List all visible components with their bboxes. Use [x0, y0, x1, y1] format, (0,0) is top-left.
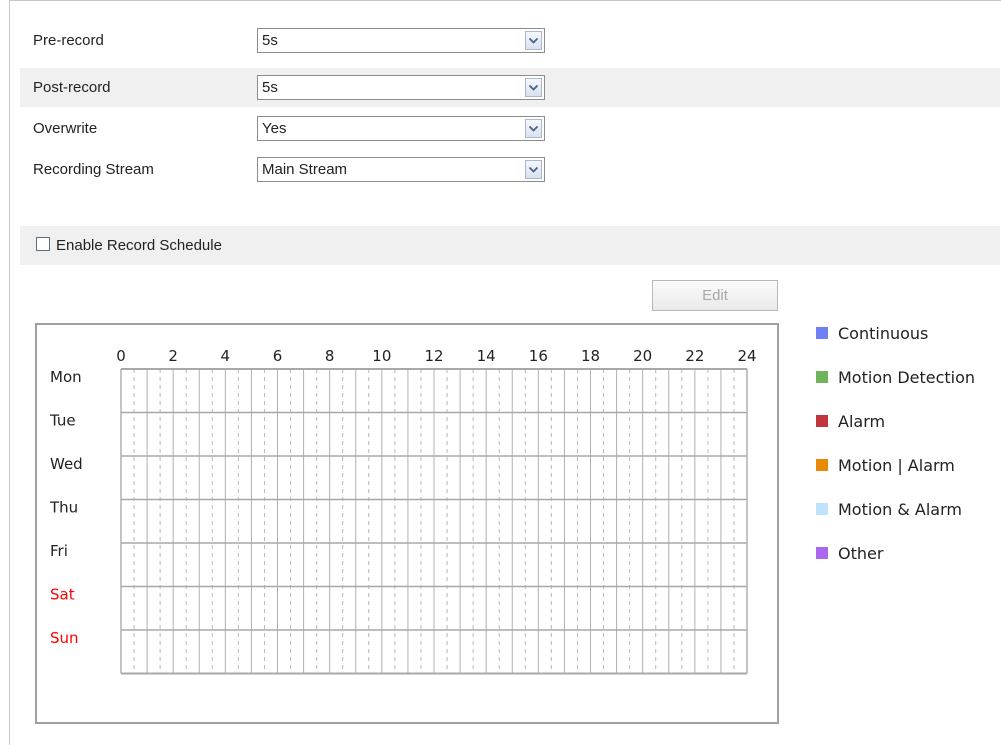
pre-record-select[interactable]: 5s [257, 28, 545, 53]
schedule-grid: 0 2 4 6 8 10 12 14 16 18 20 22 24 Mon Tue Wed Thu Fri Sat S… [35, 323, 779, 724]
hour-label: 14 [477, 347, 496, 365]
enable-schedule-label[interactable]: Enable Record Schedule [56, 237, 222, 254]
hour-label: 22 [685, 347, 704, 365]
post-record-label: Post-record [33, 79, 111, 96]
post-record-select[interactable]: 5s [257, 75, 545, 100]
hour-label: 12 [424, 347, 443, 365]
legend-item: Motion & Alarm [816, 499, 962, 519]
legend-swatch [816, 415, 828, 427]
post-record-value: 5s [262, 79, 278, 96]
legend-label: Motion | Alarm [838, 455, 955, 475]
enable-schedule-checkbox[interactable] [36, 237, 50, 251]
overwrite-label: Overwrite [33, 120, 98, 137]
legend-item: Motion | Alarm [816, 455, 955, 475]
legend-item: Alarm [816, 411, 885, 431]
hour-label: 16 [529, 347, 548, 365]
hour-label: 18 [581, 347, 600, 365]
day-label: Thu [49, 499, 78, 517]
recording-stream-select[interactable]: Main Stream [257, 157, 545, 182]
recording-stream-value: Main Stream [262, 161, 348, 178]
legend-label: Motion & Alarm [838, 499, 962, 519]
post-record-row: Post-record 5s [20, 68, 1000, 107]
hour-label: 24 [737, 347, 756, 365]
hour-label: 6 [273, 347, 283, 365]
pre-record-label: Pre-record [33, 32, 104, 49]
day-label: Sat [50, 586, 75, 604]
day-label: Sun [50, 629, 79, 647]
legend-swatch [816, 327, 828, 339]
overwrite-value: Yes [262, 120, 287, 137]
legend-label: Other [838, 543, 884, 563]
recording-stream-label: Recording Stream [33, 161, 154, 178]
legend-label: Motion Detection [838, 367, 976, 387]
chevron-down-icon[interactable] [525, 119, 542, 138]
hour-label: 20 [633, 347, 652, 365]
legend-item: Other [816, 543, 883, 563]
edit-button[interactable]: Edit [652, 280, 778, 311]
hour-label: 0 [116, 347, 126, 365]
schedule-grid-canvas[interactable]: 0 2 4 6 8 10 12 14 16 18 20 22 24MonTueWedThuFriSatS… [37, 325, 777, 722]
pre-record-row: Pre-record 5s [20, 21, 1000, 60]
hour-label: 4 [221, 347, 231, 365]
legend-swatch [816, 371, 828, 383]
legend-label: Alarm [838, 411, 886, 431]
chevron-down-icon[interactable] [525, 160, 542, 179]
legend-item: Continuous [816, 323, 928, 343]
day-label: Mon [50, 368, 82, 386]
day-label: Fri [50, 542, 68, 560]
enable-schedule-row: Enable Record Schedule [20, 226, 1000, 265]
legend-item: Motion Detection [816, 367, 975, 387]
legend-label: Continuous [838, 323, 929, 343]
hour-label: 2 [168, 347, 178, 365]
hour-label: 10 [372, 347, 391, 365]
legend-swatch [816, 503, 828, 515]
overwrite-row: Overwrite Yes [20, 109, 1000, 148]
hour-label: 8 [325, 347, 335, 365]
legend-swatch [816, 459, 828, 471]
pre-record-value: 5s [262, 32, 278, 49]
chevron-down-icon[interactable] [525, 31, 542, 50]
chevron-down-icon[interactable] [525, 78, 542, 97]
day-label: Wed [50, 455, 83, 473]
recording-stream-row: Recording Stream Main Stream [20, 150, 1000, 189]
overwrite-select[interactable]: Yes [257, 116, 545, 141]
day-label: Tue [49, 412, 76, 430]
legend-swatch [816, 547, 828, 559]
